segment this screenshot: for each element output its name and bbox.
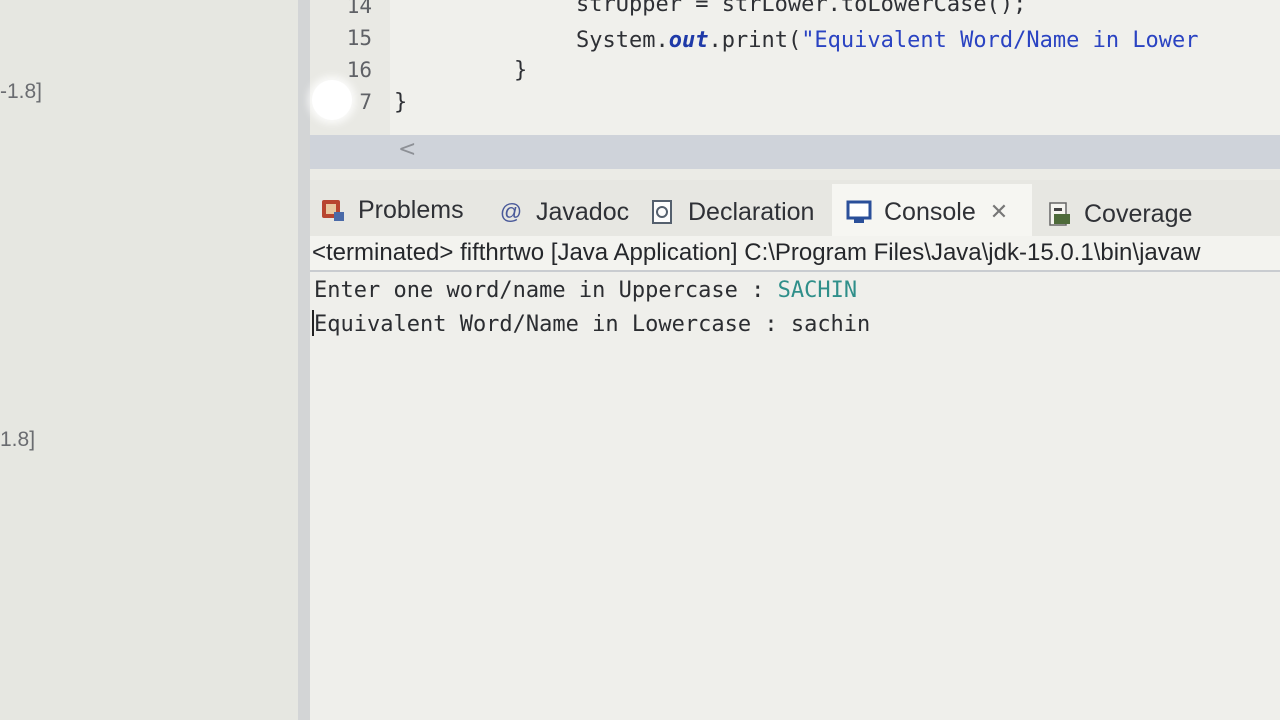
pane-splitter[interactable] bbox=[298, 0, 310, 720]
code-editor[interactable]: 14 15 16 7 strUpper = strLower.toLowerCa… bbox=[310, 0, 1280, 135]
line-number: 15 bbox=[346, 26, 372, 50]
tab-coverage[interactable]: Coverage bbox=[1044, 194, 1192, 234]
at-icon: @ bbox=[499, 199, 523, 224]
package-explorer-pane: -1.8] 1.8] bbox=[0, 0, 300, 720]
code-line: } bbox=[514, 58, 528, 83]
console-output-line: Enter one word/name in Uppercase : SACHI… bbox=[314, 278, 857, 303]
declaration-icon bbox=[648, 197, 678, 227]
console-icon bbox=[844, 197, 874, 227]
tree-fragment: -1.8] bbox=[0, 80, 43, 103]
glare-spot bbox=[312, 80, 352, 120]
tab-label: Javadoc bbox=[536, 197, 630, 226]
coverage-icon bbox=[1044, 199, 1074, 229]
tab-declaration[interactable]: Declaration bbox=[648, 192, 814, 232]
horizontal-scrollbar[interactable]: < bbox=[310, 135, 1280, 169]
code-token: out bbox=[668, 28, 709, 53]
tab-label: Console bbox=[884, 197, 976, 226]
tab-label: Declaration bbox=[688, 197, 815, 226]
console-user-input: SACHIN bbox=[777, 278, 858, 303]
code-token: .print( bbox=[708, 28, 802, 53]
problems-icon bbox=[318, 195, 348, 225]
console-status-header: <terminated> fifthrtwo [Java Application… bbox=[310, 236, 1280, 272]
line-number: 16 bbox=[346, 58, 372, 82]
scroll-left-icon[interactable]: < bbox=[398, 137, 416, 162]
tree-fragment: 1.8] bbox=[0, 428, 36, 451]
console-view[interactable]: <terminated> fifthrtwo [Java Application… bbox=[310, 236, 1280, 720]
code-line: System.out.print("Equivalent Word/Name i… bbox=[576, 28, 1199, 53]
console-output-line: Equivalent Word/Name in Lowercase : sach… bbox=[314, 312, 871, 337]
tab-label: Coverage bbox=[1084, 199, 1193, 228]
console-prompt: Enter one word/name in Uppercase : bbox=[314, 278, 778, 303]
tab-problems[interactable]: Problems bbox=[318, 190, 464, 230]
text-caret bbox=[312, 310, 314, 336]
code-token: System. bbox=[576, 28, 669, 53]
code-line: strUpper = strLower.toLowerCase(); bbox=[576, 0, 1027, 17]
tab-console[interactable]: Console ✕ bbox=[844, 192, 1008, 232]
line-number: 14 bbox=[346, 0, 372, 18]
tab-label: Problems bbox=[358, 195, 464, 224]
code-line: } bbox=[394, 90, 408, 115]
string-literal: "Equivalent Word/Name in Lower bbox=[801, 28, 1199, 53]
close-icon[interactable]: ✕ bbox=[990, 199, 1008, 225]
tab-javadoc[interactable]: @ Javadoc bbox=[496, 192, 629, 232]
